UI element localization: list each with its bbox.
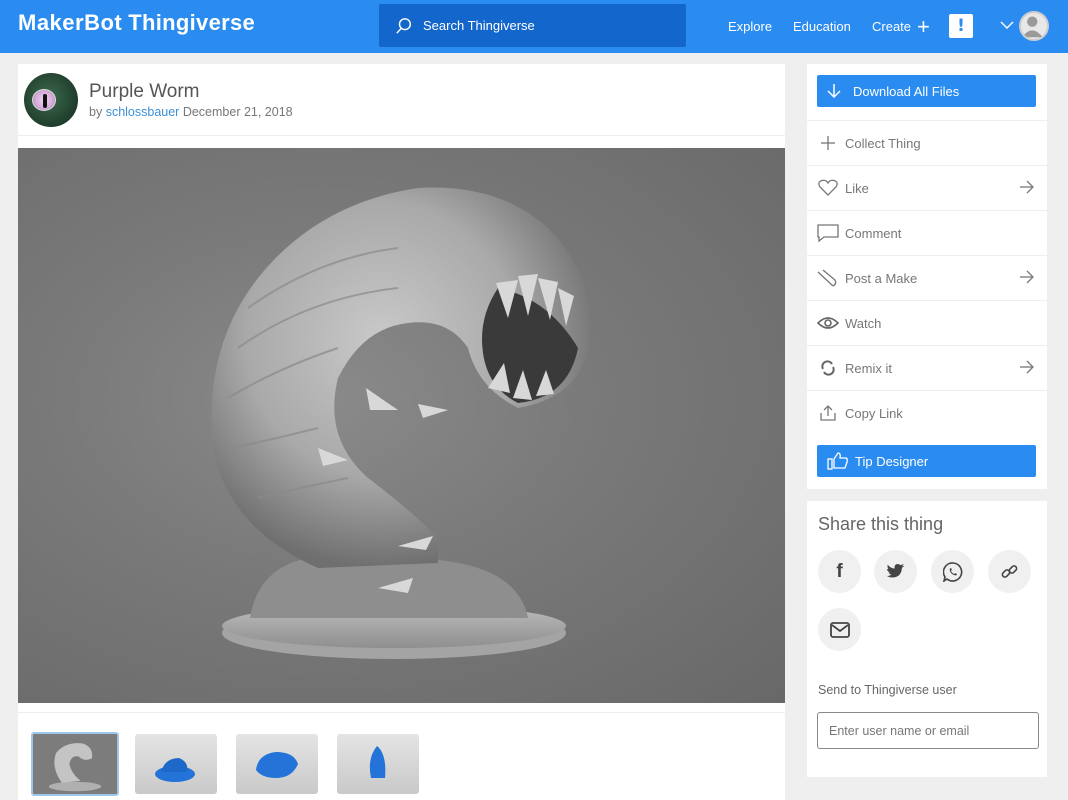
action-label: Copy Link [845, 405, 903, 421]
notification-alert-button[interactable]: ! [949, 14, 973, 38]
thumbs-up-icon [827, 452, 848, 470]
user-avatar[interactable] [1019, 11, 1049, 41]
send-to-user-input[interactable] [817, 712, 1039, 749]
send-to-user-label: Send to Thingiverse user [818, 683, 957, 697]
search-icon [396, 17, 412, 34]
email-icon [829, 621, 850, 638]
whatsapp-icon [942, 561, 962, 582]
thing-actions-card: Download All Files Collect Thing Like Co… [807, 64, 1047, 489]
purple-worm-model-image [211, 187, 590, 659]
main-image-viewer[interactable] [18, 148, 785, 703]
arrow-right-icon[interactable] [1019, 269, 1035, 285]
watch-action[interactable]: Watch [807, 300, 1047, 345]
arrow-right-icon[interactable] [1019, 179, 1035, 195]
tip-designer-button[interactable]: Tip Designer [817, 445, 1036, 477]
chevron-down-icon[interactable] [999, 17, 1015, 33]
share-whatsapp-button[interactable] [931, 550, 974, 593]
action-label: Like [845, 180, 869, 196]
thing-meta: by schlossbauer December 21, 2018 [89, 105, 293, 119]
nav-education[interactable]: Education [793, 0, 851, 53]
thumbnail-grey-worm-image [33, 734, 117, 794]
avatar-eye-graphic [32, 89, 56, 111]
remix-icon [817, 357, 839, 379]
thumbnail-1[interactable] [31, 732, 119, 796]
collect-thing-action[interactable]: Collect Thing [807, 120, 1047, 165]
post-a-make-action[interactable]: Post a Make [807, 255, 1047, 300]
remix-action[interactable]: Remix it [807, 345, 1047, 390]
link-icon [1001, 564, 1017, 578]
tip-label: Tip Designer [855, 453, 929, 469]
plus-icon: + [917, 13, 930, 39]
publish-date: December 21, 2018 [182, 105, 293, 119]
share-card: Share this thing f Send to Thingiverse u… [807, 501, 1047, 777]
action-label: Watch [845, 315, 882, 331]
share-twitter-button[interactable] [874, 550, 917, 593]
copy-link-action[interactable]: Copy Link [807, 390, 1047, 435]
download-all-files-button[interactable]: Download All Files [817, 75, 1036, 107]
nav-create-label: Create [872, 19, 912, 34]
thumbnail-4[interactable] [337, 734, 419, 794]
author-link[interactable]: schlossbauer [106, 105, 180, 119]
download-icon [827, 84, 841, 99]
facebook-icon: f [836, 560, 843, 582]
logo-thingiverse: Thingiverse [128, 10, 256, 35]
action-label: Post a Make [845, 270, 918, 286]
thumbnail-blue-model-image [256, 752, 298, 778]
by-prefix: by [89, 105, 103, 119]
share-title: Share this thing [818, 514, 944, 534]
nav-explore[interactable]: Explore [728, 0, 772, 53]
make-icon [817, 267, 839, 289]
nav-create[interactable]: Create + [872, 0, 930, 53]
eye-icon [817, 312, 839, 334]
top-navigation-bar: MakerBot Thingiverse Search Thingiverse E… [0, 0, 1068, 53]
comment-icon [817, 222, 839, 244]
share-facebook-button[interactable]: f [818, 550, 861, 593]
thumbnail-2[interactable] [135, 734, 217, 794]
action-label: Remix it [845, 360, 892, 376]
like-action[interactable]: Like [807, 165, 1047, 210]
user-icon [1021, 16, 1043, 38]
thing-title: Purple Worm [89, 81, 200, 102]
thumbnail-blue-model-image [369, 746, 386, 778]
divider [18, 712, 785, 713]
divider [18, 135, 785, 136]
plus-icon [817, 132, 839, 154]
action-label: Collect Thing [845, 135, 921, 151]
search-placeholder: Search Thingiverse [423, 18, 535, 33]
arrow-right-icon[interactable] [1019, 359, 1035, 375]
share-icon [817, 402, 839, 424]
designer-avatar[interactable] [24, 73, 78, 127]
action-label: Comment [845, 225, 902, 241]
logo-makerbot: MakerBot [18, 10, 123, 35]
twitter-icon [886, 564, 904, 578]
thumbnail-3[interactable] [236, 734, 318, 794]
thing-main-card: Purple Worm by schlossbauer December 21,… [18, 64, 785, 800]
comment-action[interactable]: Comment [807, 210, 1047, 255]
download-label: Download All Files [853, 83, 960, 99]
thumbnail-blue-model-image [155, 758, 195, 782]
share-email-button[interactable] [818, 608, 861, 651]
search-input[interactable]: Search Thingiverse [379, 4, 686, 47]
makerbot-thingiverse-logo[interactable]: MakerBot Thingiverse [18, 10, 255, 36]
heart-icon [817, 177, 839, 199]
share-link-button[interactable] [988, 550, 1031, 593]
